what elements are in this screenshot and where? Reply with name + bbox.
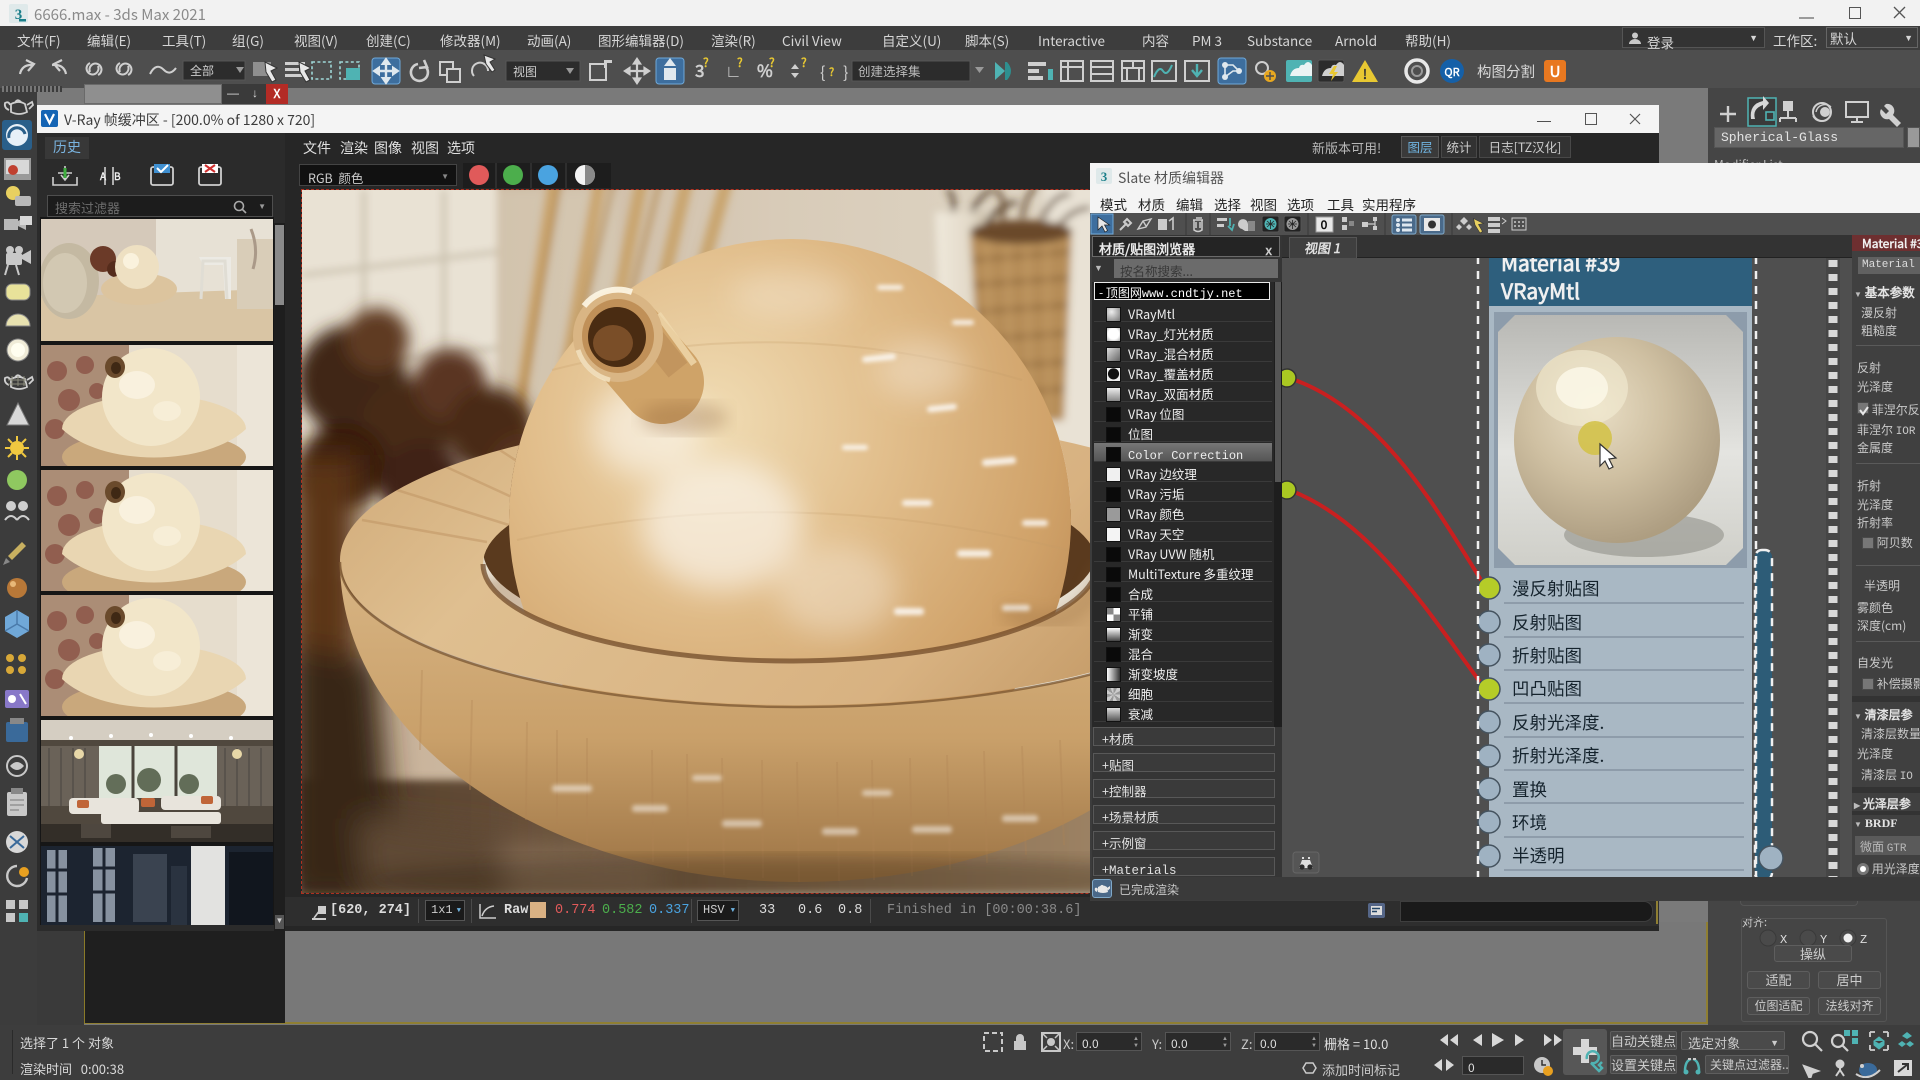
svg-text:构图分割: 构图分割: [1477, 61, 1535, 82]
svg-text:}: }: [843, 59, 848, 83]
svg-text:?: ?: [703, 54, 709, 71]
svg-text:3: 3: [1101, 169, 1108, 184]
svg-text:漫反射贴图: 漫反射贴图: [1512, 576, 1600, 601]
svg-text:反射光泽度.: 反射光泽度.: [1512, 710, 1604, 735]
svg-text:半透明: 半透明: [1512, 843, 1565, 868]
svg-text:视图: 视图: [513, 63, 537, 80]
svg-text:Material #39: Material #39: [1501, 258, 1620, 278]
svg-text:?: ?: [829, 64, 834, 80]
svg-text:创建选择集: 创建选择集: [858, 61, 921, 80]
svg-text:折射贴图: 折射贴图: [1512, 643, 1582, 668]
svg-text:?: ?: [801, 54, 807, 71]
svg-text:凹凸贴图: 凹凸贴图: [1512, 676, 1582, 701]
svg-text:折射光泽度.: 折射光泽度.: [1512, 743, 1604, 768]
svg-text:反射贴图: 反射贴图: [1512, 610, 1582, 635]
svg-text:?: ?: [769, 54, 775, 71]
svg-text:?: ?: [737, 54, 743, 71]
svg-text:VRayMtl: VRayMtl: [1500, 276, 1580, 306]
svg-text:{: {: [820, 59, 825, 83]
svg-text:全部: 全部: [190, 62, 214, 79]
svg-text:Z: Z: [1860, 933, 1867, 947]
svg-text:置换: 置换: [1512, 777, 1547, 802]
svg-text:QR: QR: [1444, 64, 1460, 80]
svg-text:!: !: [1363, 64, 1367, 83]
svg-text:A: A: [99, 168, 107, 183]
svg-text:B: B: [114, 168, 121, 183]
svg-text:U: U: [1550, 61, 1561, 82]
svg-text:环境: 环境: [1512, 810, 1547, 835]
svg-text:0: 0: [1321, 216, 1328, 233]
